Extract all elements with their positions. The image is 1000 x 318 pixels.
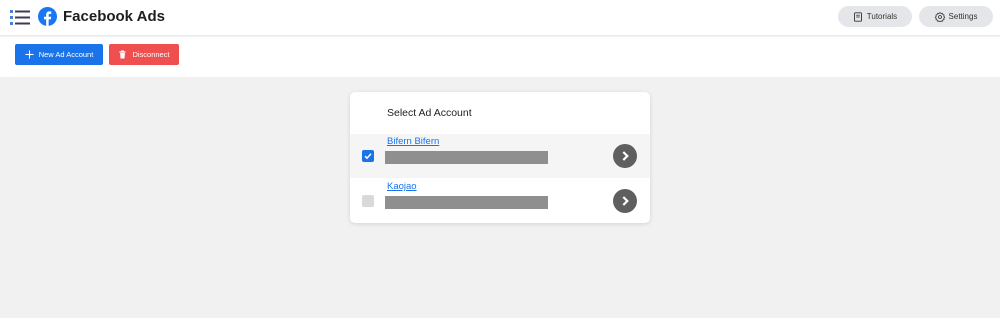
new-ad-account-button[interactable]: New Ad Account xyxy=(15,44,103,65)
open-account-button[interactable] xyxy=(613,189,637,213)
hamburger-list-icon[interactable] xyxy=(10,10,30,25)
chevron-right-icon xyxy=(622,196,629,206)
chevron-right-icon xyxy=(622,151,629,161)
account-row[interactable]: Kaojao xyxy=(350,179,650,223)
account-name-link[interactable]: Bifern Bifern xyxy=(387,136,439,148)
disconnect-label: Disconnect xyxy=(132,50,170,59)
select-ad-account-card: Select Ad Account Bifern Bifern Kaojao xyxy=(350,92,650,223)
account-checkbox-checked[interactable] xyxy=(362,150,374,162)
card-title: Select Ad Account xyxy=(387,107,472,119)
settings-button[interactable]: Settings xyxy=(919,6,993,27)
redacted-account-id xyxy=(385,151,548,164)
new-ad-account-label: New Ad Account xyxy=(38,50,94,59)
facebook-logo-icon xyxy=(38,7,57,26)
tutorials-button[interactable]: Tutorials xyxy=(838,6,912,27)
settings-label: Settings xyxy=(948,12,978,21)
redacted-account-id xyxy=(385,196,548,209)
account-checkbox-unchecked[interactable] xyxy=(362,195,374,207)
trash-icon xyxy=(119,50,127,59)
book-icon xyxy=(853,11,862,22)
open-account-button[interactable] xyxy=(613,144,637,168)
checkmark-icon xyxy=(364,153,372,160)
action-bar: New Ad Account Disconnect xyxy=(0,37,1000,77)
app-title: Facebook Ads xyxy=(63,8,165,25)
account-row[interactable]: Bifern Bifern xyxy=(350,134,650,178)
gear-icon xyxy=(934,11,945,22)
plus-icon xyxy=(25,50,34,59)
tutorials-label: Tutorials xyxy=(866,12,898,21)
disconnect-button[interactable]: Disconnect xyxy=(109,44,179,65)
account-name-link[interactable]: Kaojao xyxy=(387,181,417,193)
top-bar: Facebook Ads Tutorials Settings xyxy=(0,0,1000,36)
